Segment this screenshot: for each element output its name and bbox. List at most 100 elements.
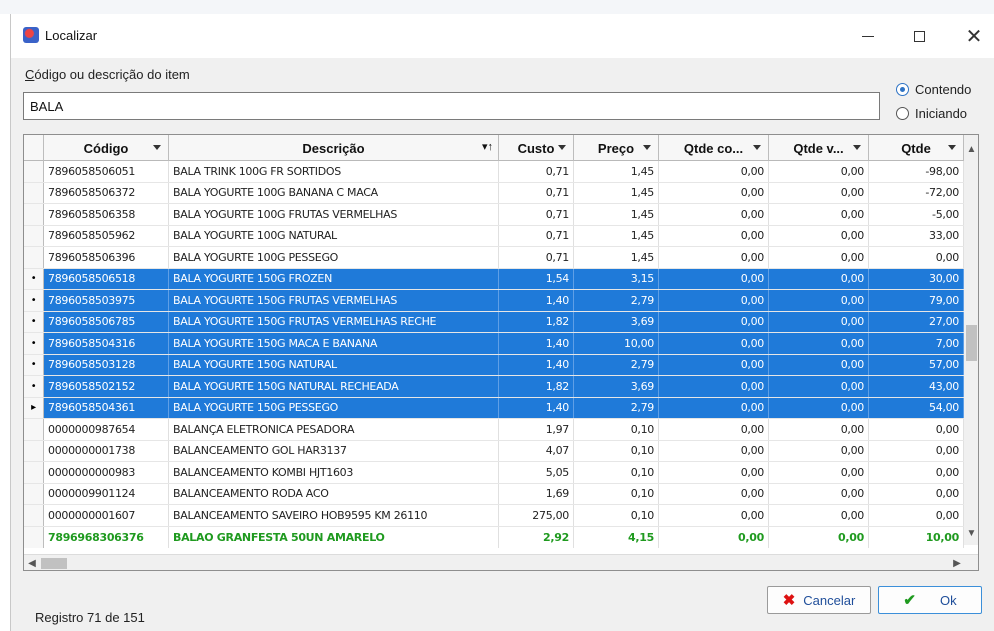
table-row[interactable]: 7896058506372 BALA YOGURTE 100G BANANA C … bbox=[24, 182, 964, 204]
table-cell: 0,00 bbox=[659, 225, 769, 246]
table-cell: 0,00 bbox=[869, 440, 964, 461]
table-cell: 5,05 bbox=[499, 462, 574, 483]
table-cell: 0,00 bbox=[659, 268, 769, 289]
table-row[interactable]: 7896968306376 BALAO GRANFESTA 50UN AMAREL… bbox=[24, 526, 964, 548]
table-cell: 1,97 bbox=[499, 419, 574, 440]
radio-iniciando[interactable]: Iniciando bbox=[896, 106, 967, 121]
vertical-scrollbar[interactable]: ▲ ▼ bbox=[964, 135, 978, 545]
table-cell: 0,00 bbox=[769, 376, 869, 397]
table-cell: 0000000001607 bbox=[44, 505, 169, 526]
scroll-left-icon[interactable]: ◀ bbox=[24, 555, 40, 570]
table-cell: 1,40 bbox=[499, 333, 574, 354]
table-cell: BALA YOGURTE 100G PESSEGO bbox=[169, 247, 499, 268]
row-indicator[interactable] bbox=[24, 526, 44, 548]
row-indicator[interactable] bbox=[24, 182, 44, 203]
table-row[interactable]: • 7896058503975 BALA YOGURTE 150G FRUTAS V… bbox=[24, 290, 964, 312]
cancel-button[interactable]: ✖ Cancelar bbox=[767, 586, 871, 614]
table-cell: 1,45 bbox=[574, 161, 659, 182]
ok-button[interactable]: ✔ Ok bbox=[878, 586, 982, 614]
filter-dropdown-icon[interactable] bbox=[153, 145, 161, 150]
table-row[interactable]: 0000000001738 BALANCEAMENTO GOL HAR3137 4,… bbox=[24, 440, 964, 462]
table-cell: 0,00 bbox=[769, 397, 869, 418]
row-indicator[interactable]: • bbox=[24, 268, 44, 289]
row-indicator[interactable] bbox=[24, 247, 44, 268]
scroll-down-icon[interactable]: ▼ bbox=[964, 525, 978, 541]
row-indicator[interactable]: • bbox=[24, 290, 44, 311]
row-indicator[interactable] bbox=[24, 483, 44, 504]
minimize-button[interactable] bbox=[853, 22, 883, 50]
table-row[interactable]: • 7896058506518 BALA YOGURTE 150G FROZEN 1,… bbox=[24, 268, 964, 290]
row-indicator[interactable] bbox=[24, 161, 44, 182]
row-indicator[interactable] bbox=[24, 440, 44, 461]
row-indicator[interactable]: • bbox=[24, 311, 44, 332]
table-row[interactable]: • 7896058506785 BALA YOGURTE 150G FRUTAS V… bbox=[24, 311, 964, 333]
table-cell: 7896058503975 bbox=[44, 290, 169, 311]
filter-dropdown-icon[interactable] bbox=[558, 145, 566, 150]
row-indicator[interactable] bbox=[24, 505, 44, 526]
column-header[interactable]: Preço bbox=[574, 135, 659, 161]
table-cell: 2,79 bbox=[574, 354, 659, 375]
column-header[interactable]: Qtde v... bbox=[769, 135, 869, 161]
radio-contendo[interactable]: Contendo bbox=[896, 82, 971, 97]
table-cell: 54,00 bbox=[869, 397, 964, 418]
filter-dropdown-icon[interactable] bbox=[853, 145, 861, 150]
table-cell: 1,82 bbox=[499, 376, 574, 397]
column-header[interactable]: Custo bbox=[499, 135, 574, 161]
table-row[interactable]: 7896058506358 BALA YOGURTE 100G FRUTAS VE… bbox=[24, 204, 964, 226]
row-indicator[interactable]: • bbox=[24, 333, 44, 354]
maximize-button[interactable] bbox=[904, 22, 934, 50]
header-indicator-cell bbox=[24, 135, 44, 161]
table-row[interactable]: • 7896058504316 BALA YOGURTE 150G MACA E B… bbox=[24, 333, 964, 355]
table-cell: 27,00 bbox=[869, 311, 964, 332]
close-button[interactable]: ✕ bbox=[959, 22, 989, 50]
table-cell: BALAO GRANFESTA 50UN AMARELO bbox=[169, 526, 499, 548]
column-header[interactable]: Descrição ▾↑ bbox=[169, 135, 499, 161]
title-bar: Localizar ✕ bbox=[11, 14, 994, 58]
table-cell: 1,82 bbox=[499, 311, 574, 332]
filter-dropdown-icon[interactable] bbox=[948, 145, 956, 150]
background-strip bbox=[0, 0, 994, 14]
sort-ascending-icon[interactable]: ▾↑ bbox=[482, 140, 493, 153]
row-indicator[interactable] bbox=[24, 225, 44, 246]
table-cell: 79,00 bbox=[869, 290, 964, 311]
table-row[interactable]: 7896058506051 BALA TRINK 100G FR SORTIDOS… bbox=[24, 161, 964, 183]
row-indicator[interactable]: • bbox=[24, 354, 44, 375]
filter-dropdown-icon[interactable] bbox=[643, 145, 651, 150]
row-indicator[interactable]: • bbox=[24, 376, 44, 397]
table-row[interactable]: • 7896058502152 BALA YOGURTE 150G NATURAL … bbox=[24, 376, 964, 398]
table-row[interactable]: 0000009901124 BALANCEAMENTO RODA ACO 1,69 0… bbox=[24, 483, 964, 505]
row-indicator[interactable]: ▸ bbox=[24, 397, 44, 418]
table-cell: BALA YOGURTE 150G PESSEGO bbox=[169, 397, 499, 418]
row-indicator[interactable] bbox=[24, 419, 44, 440]
column-header[interactable]: Qtde bbox=[869, 135, 964, 161]
search-input[interactable] bbox=[23, 92, 880, 120]
cancel-x-icon: ✖ bbox=[782, 592, 796, 609]
table-row[interactable]: 0000000000983 BALANCEAMENTO KOMBI HJT1603… bbox=[24, 462, 964, 484]
table-cell: 0,00 bbox=[769, 268, 869, 289]
horizontal-scrollbar[interactable]: ◀ ▶ bbox=[24, 554, 978, 570]
column-header-label: Qtde bbox=[901, 140, 931, 156]
table-row[interactable]: ▸ 7896058504361 BALA YOGURTE 150G PESSEGO 1… bbox=[24, 397, 964, 419]
table-row[interactable]: 0000000987654 BALANÇA ELETRONICA PESADORA… bbox=[24, 419, 964, 441]
row-indicator[interactable] bbox=[24, 204, 44, 225]
table-cell: 10,00 bbox=[574, 333, 659, 354]
scroll-up-icon[interactable]: ▲ bbox=[964, 141, 978, 157]
horizontal-scroll-thumb[interactable] bbox=[41, 558, 67, 569]
table-cell: 3,15 bbox=[574, 268, 659, 289]
row-indicator[interactable] bbox=[24, 462, 44, 483]
table-cell: 7,00 bbox=[869, 333, 964, 354]
vertical-scroll-thumb[interactable] bbox=[966, 325, 977, 361]
table-cell: 43,00 bbox=[869, 376, 964, 397]
table-cell: 0,00 bbox=[869, 419, 964, 440]
results-grid: Código Descrição ▾↑ Custo Preço Qtde co... Qtd… bbox=[23, 134, 979, 571]
table-row[interactable]: 7896058505962 BALA YOGURTE 100G NATURAL 0,… bbox=[24, 225, 964, 247]
table-row[interactable]: 7896058506396 BALA YOGURTE 100G PESSEGO 0,… bbox=[24, 247, 964, 269]
column-header[interactable]: Qtde co... bbox=[659, 135, 769, 161]
table-cell: 0,00 bbox=[659, 419, 769, 440]
column-header[interactable]: Código bbox=[44, 135, 169, 161]
table-row[interactable]: • 7896058503128 BALA YOGURTE 150G NATURAL 1… bbox=[24, 354, 964, 376]
filter-dropdown-icon[interactable] bbox=[753, 145, 761, 150]
scroll-right-icon[interactable]: ▶ bbox=[949, 555, 965, 570]
table-row[interactable]: 0000000001607 BALANCEAMENTO SAVEIRO HOB95… bbox=[24, 505, 964, 527]
table-cell: 0000000001738 bbox=[44, 440, 169, 461]
